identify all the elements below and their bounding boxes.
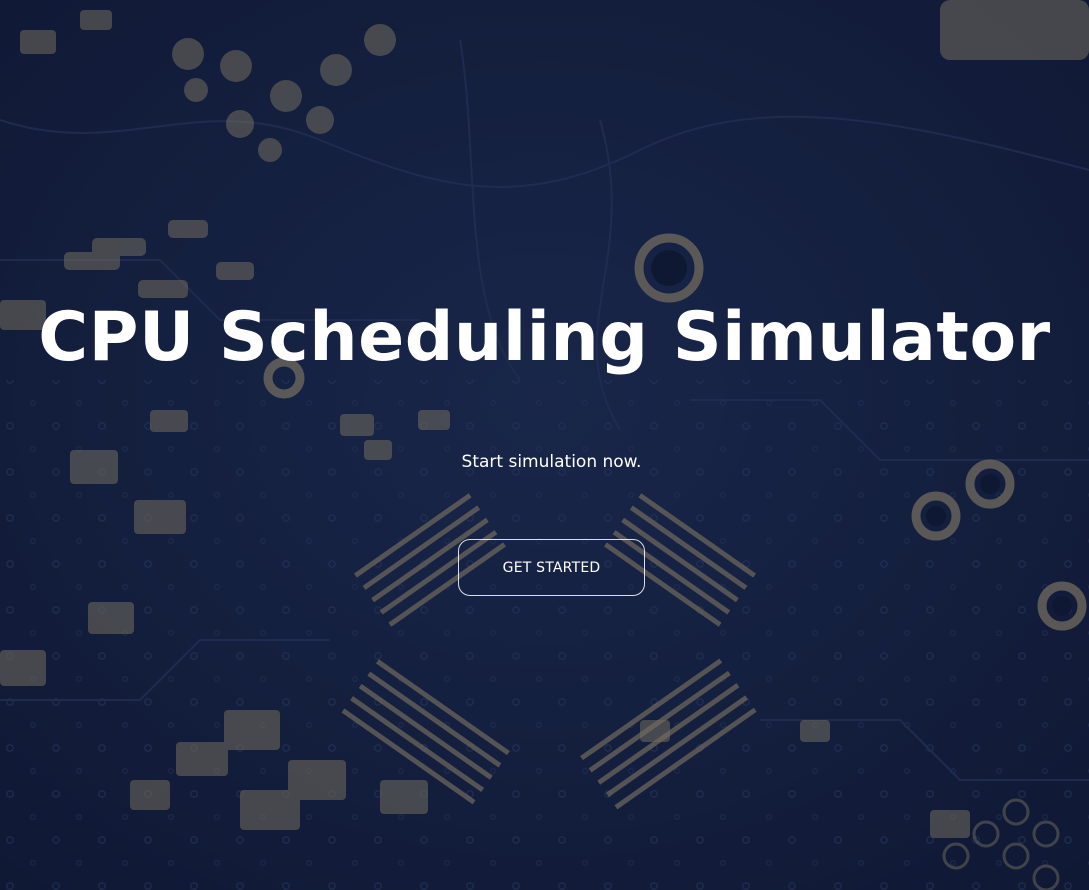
hero-subtitle: Start simulation now. <box>461 452 642 472</box>
hero-content: CPU Scheduling Simulator Start simulatio… <box>0 0 1089 890</box>
page-title: CPU Scheduling Simulator <box>38 298 1051 377</box>
get-started-button[interactable]: GET STARTED <box>458 539 645 596</box>
hero-section: CPU Scheduling Simulator Start simulatio… <box>0 0 1089 890</box>
